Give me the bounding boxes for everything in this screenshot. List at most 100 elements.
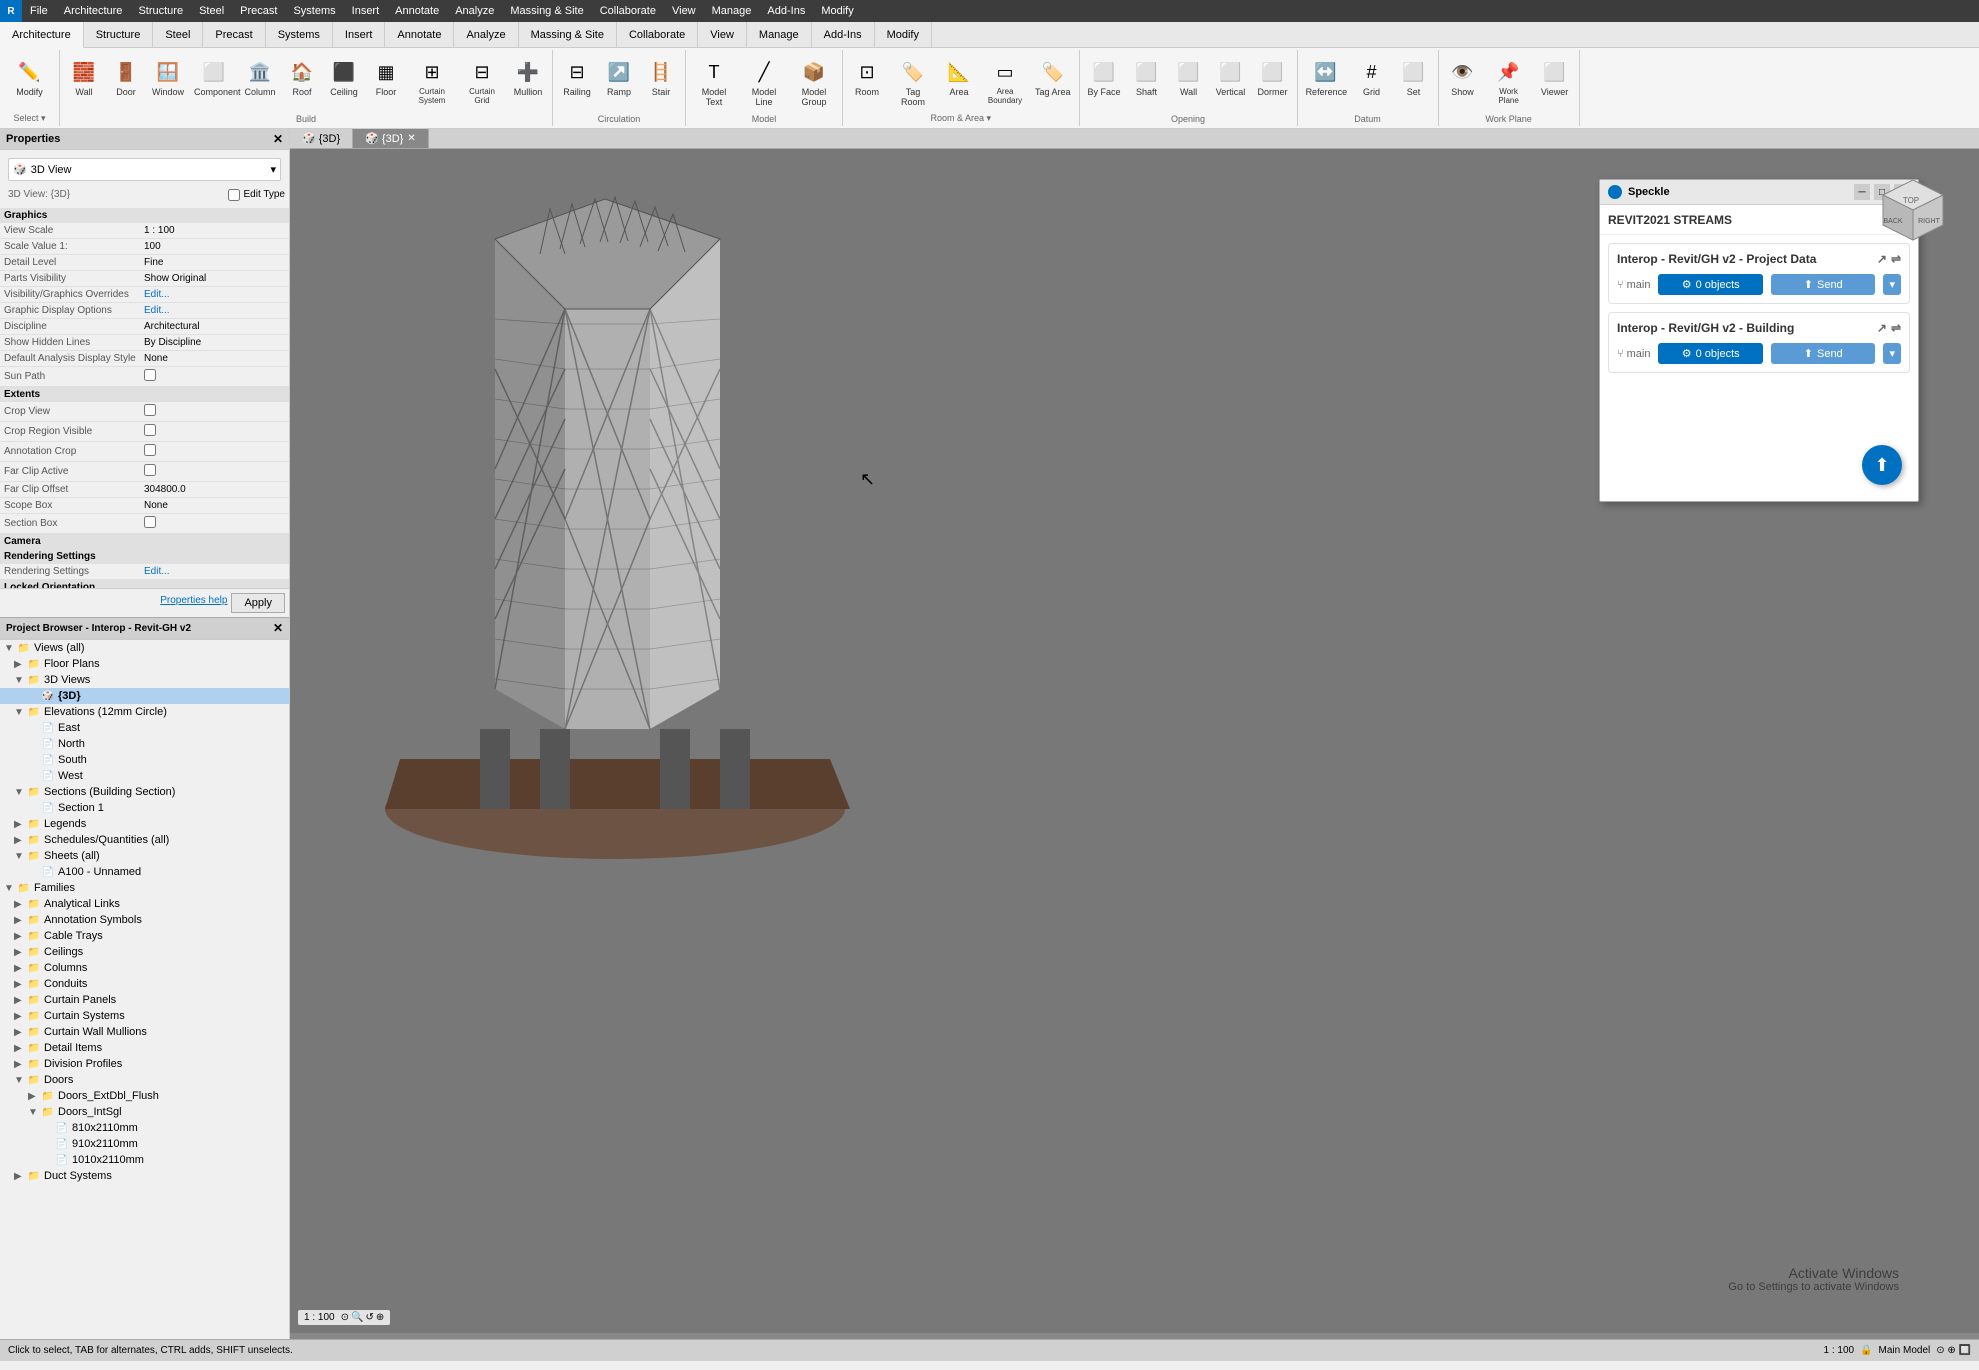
- ribbon-btn-area-boundary[interactable]: ▭ Area Boundary: [981, 54, 1029, 108]
- menu-structure[interactable]: Structure: [130, 3, 191, 19]
- ribbon-btn-curtain-system[interactable]: ⊞ Curtain System: [408, 54, 456, 108]
- tree-item-legends[interactable]: ▶ 📁 Legends: [0, 816, 289, 832]
- tree-item-3d[interactable]: 🎲 {3D}: [0, 688, 289, 704]
- menu-modify[interactable]: Modify: [813, 3, 861, 19]
- speckle-stream-1-send-btn[interactable]: ⬆ Send: [1771, 274, 1876, 295]
- ribbon-btn-set-datum[interactable]: ⬜ Set: [1394, 54, 1434, 100]
- tree-item-division-profiles[interactable]: ▶ 📁 Division Profiles: [0, 1056, 289, 1072]
- tree-item-door-1010[interactable]: 📄 1010x2110mm: [0, 1152, 289, 1168]
- ribbon-tab-collaborate[interactable]: Collaborate: [617, 22, 698, 47]
- ribbon-btn-window[interactable]: 🪟 Window: [148, 54, 188, 100]
- ribbon-btn-vertical[interactable]: ⬜ Vertical: [1211, 54, 1251, 100]
- menu-file[interactable]: File: [22, 3, 56, 19]
- ribbon-tab-systems[interactable]: Systems: [266, 22, 333, 47]
- tree-item-section1[interactable]: 📄 Section 1: [0, 800, 289, 816]
- speckle-stream-2-settings[interactable]: ⇌: [1891, 321, 1901, 335]
- ribbon-btn-viewer[interactable]: ⬜ Viewer: [1535, 54, 1575, 100]
- menu-systems[interactable]: Systems: [285, 3, 343, 19]
- tree-item-floor-plans[interactable]: ▶ 📁 Floor Plans: [0, 656, 289, 672]
- tree-item-curtain-systems[interactable]: ▶ 📁 Curtain Systems: [0, 1008, 289, 1024]
- ribbon-btn-roof[interactable]: 🏠 Roof: [282, 54, 322, 100]
- ribbon-btn-grid[interactable]: # Grid: [1352, 54, 1392, 100]
- ribbon-btn-component[interactable]: ⬜ Component: [190, 54, 238, 100]
- prop-value-vg-overrides[interactable]: Edit...: [140, 287, 289, 303]
- tree-item-detail-items[interactable]: ▶ 📁 Detail Items: [0, 1040, 289, 1056]
- apply-button[interactable]: Apply: [231, 593, 285, 613]
- ribbon-btn-room[interactable]: ⊡ Room: [847, 54, 887, 100]
- ribbon-btn-ramp[interactable]: ↗️ Ramp: [599, 54, 639, 100]
- tree-item-duct-systems[interactable]: ▶ 📁 Duct Systems: [0, 1168, 289, 1184]
- viewport-icon-2[interactable]: 🔍: [351, 1312, 363, 1323]
- tree-item-south[interactable]: 📄 South: [0, 752, 289, 768]
- viewport-tab-2-close[interactable]: ✕: [407, 133, 415, 144]
- tree-item-annotation-symbols[interactable]: ▶ 📁 Annotation Symbols: [0, 912, 289, 928]
- tree-item-curtain-wall-mullions[interactable]: ▶ 📁 Curtain Wall Mullions: [0, 1024, 289, 1040]
- ribbon-btn-dormer[interactable]: ⬜ Dormer: [1253, 54, 1293, 100]
- ribbon-btn-floor[interactable]: ▦ Floor: [366, 54, 406, 100]
- prop-value-scope-box[interactable]: None: [140, 498, 289, 514]
- menu-architecture[interactable]: Architecture: [56, 3, 131, 19]
- tree-item-sections[interactable]: ▼ 📁 Sections (Building Section): [0, 784, 289, 800]
- prop-value-section-box[interactable]: [140, 514, 289, 534]
- tree-item-a100[interactable]: 📄 A100 - Unnamed: [0, 864, 289, 880]
- properties-close-btn[interactable]: ✕: [273, 132, 283, 146]
- tree-item-views-all[interactable]: ▼ 📁 Views (all): [0, 640, 289, 656]
- ribbon-tab-analyze[interactable]: Analyze: [454, 22, 518, 47]
- tree-item-conduits[interactable]: ▶ 📁 Conduits: [0, 976, 289, 992]
- ribbon-btn-by-face[interactable]: ⬜ By Face: [1084, 54, 1125, 100]
- ribbon-btn-area[interactable]: 📐 Area: [939, 54, 979, 100]
- prop-value-crop-view[interactable]: [140, 402, 289, 422]
- menu-addins[interactable]: Add-Ins: [759, 3, 813, 19]
- prop-value-view-scale[interactable]: 1 : 100: [140, 223, 289, 239]
- tree-item-east[interactable]: 📄 East: [0, 720, 289, 736]
- ribbon-tab-addins[interactable]: Add-Ins: [812, 22, 875, 47]
- tree-item-north[interactable]: 📄 North: [0, 736, 289, 752]
- ribbon-btn-wall[interactable]: 🧱 Wall: [64, 54, 104, 100]
- speckle-stream-2-external-link[interactable]: ↗: [1877, 321, 1887, 335]
- menu-annotate[interactable]: Annotate: [387, 3, 447, 19]
- ribbon-btn-column[interactable]: 🏛️ Column: [240, 54, 280, 100]
- tree-item-elevations[interactable]: ▼ 📁 Elevations (12mm Circle): [0, 704, 289, 720]
- viewport-tab-2[interactable]: 🎲 {3D} ✕: [353, 129, 429, 148]
- ribbon-tab-steel[interactable]: Steel: [153, 22, 203, 47]
- properties-type-selector[interactable]: 🎲 3D View ▾: [8, 158, 281, 181]
- ribbon-btn-model-text[interactable]: T Model Text: [690, 54, 738, 110]
- menu-view[interactable]: View: [664, 3, 704, 19]
- ribbon-btn-railing[interactable]: ⊟ Railing: [557, 54, 597, 100]
- prop-value-rendering[interactable]: Edit...: [140, 564, 289, 580]
- prop-value-hidden-lines[interactable]: By Discipline: [140, 335, 289, 351]
- ribbon-btn-model-line[interactable]: ╱ Model Line: [740, 54, 788, 110]
- project-browser-close-btn[interactable]: ✕: [273, 621, 283, 635]
- tree-item-door-910[interactable]: 📄 910x2110mm: [0, 1136, 289, 1152]
- tree-item-cable-trays[interactable]: ▶ 📁 Cable Trays: [0, 928, 289, 944]
- speckle-stream-2-send-btn[interactable]: ⬆ Send: [1771, 343, 1876, 364]
- ribbon-tab-manage[interactable]: Manage: [747, 22, 812, 47]
- prop-value-scale-value[interactable]: 100: [140, 239, 289, 255]
- viewport-icon-3[interactable]: ↺: [365, 1312, 373, 1323]
- prop-value-graphic-display[interactable]: Edit...: [140, 303, 289, 319]
- speckle-stream-2-objects-btn[interactable]: ⚙ 0 objects: [1658, 343, 1763, 364]
- speckle-stream-1-objects-btn[interactable]: ⚙ 0 objects: [1658, 274, 1763, 295]
- prop-value-far-clip-offset[interactable]: 304800.0: [140, 482, 289, 498]
- prop-value-detail-level[interactable]: Fine: [140, 255, 289, 271]
- tree-item-ceilings[interactable]: ▶ 📁 Ceilings: [0, 944, 289, 960]
- ribbon-btn-curtain-grid[interactable]: ⊟ Curtain Grid: [458, 54, 506, 108]
- ribbon-btn-set-work-plane[interactable]: 📌 Work Plane: [1485, 54, 1533, 108]
- tree-item-doors-extdbl[interactable]: ▶ 📁 Doors_ExtDbl_Flush: [0, 1088, 289, 1104]
- ribbon-tab-view[interactable]: View: [698, 22, 747, 47]
- ribbon-tab-precast[interactable]: Precast: [203, 22, 265, 47]
- tree-item-doors[interactable]: ▼ 📁 Doors: [0, 1072, 289, 1088]
- speckle-stream-2-dropdown[interactable]: ▾: [1883, 343, 1901, 364]
- ribbon-btn-mullion[interactable]: ➕ Mullion: [508, 54, 548, 100]
- prop-value-annotation-crop[interactable]: [140, 442, 289, 462]
- menu-steel[interactable]: Steel: [191, 3, 232, 19]
- tree-item-sheets[interactable]: ▼ 📁 Sheets (all): [0, 848, 289, 864]
- edit-type-checkbox[interactable]: [228, 189, 240, 201]
- ribbon-btn-wall-opening[interactable]: ⬜ Wall: [1169, 54, 1209, 100]
- ribbon-tab-modify[interactable]: Modify: [875, 22, 932, 47]
- ribbon-btn-tag-area[interactable]: 🏷️ Tag Area: [1031, 54, 1075, 100]
- viewport-tab-1[interactable]: 🎲 {3D}: [290, 129, 353, 148]
- prop-value-sun-path[interactable]: [140, 367, 289, 387]
- ribbon-tab-architecture[interactable]: Architecture: [0, 22, 84, 48]
- properties-help-link[interactable]: Properties help: [156, 593, 231, 613]
